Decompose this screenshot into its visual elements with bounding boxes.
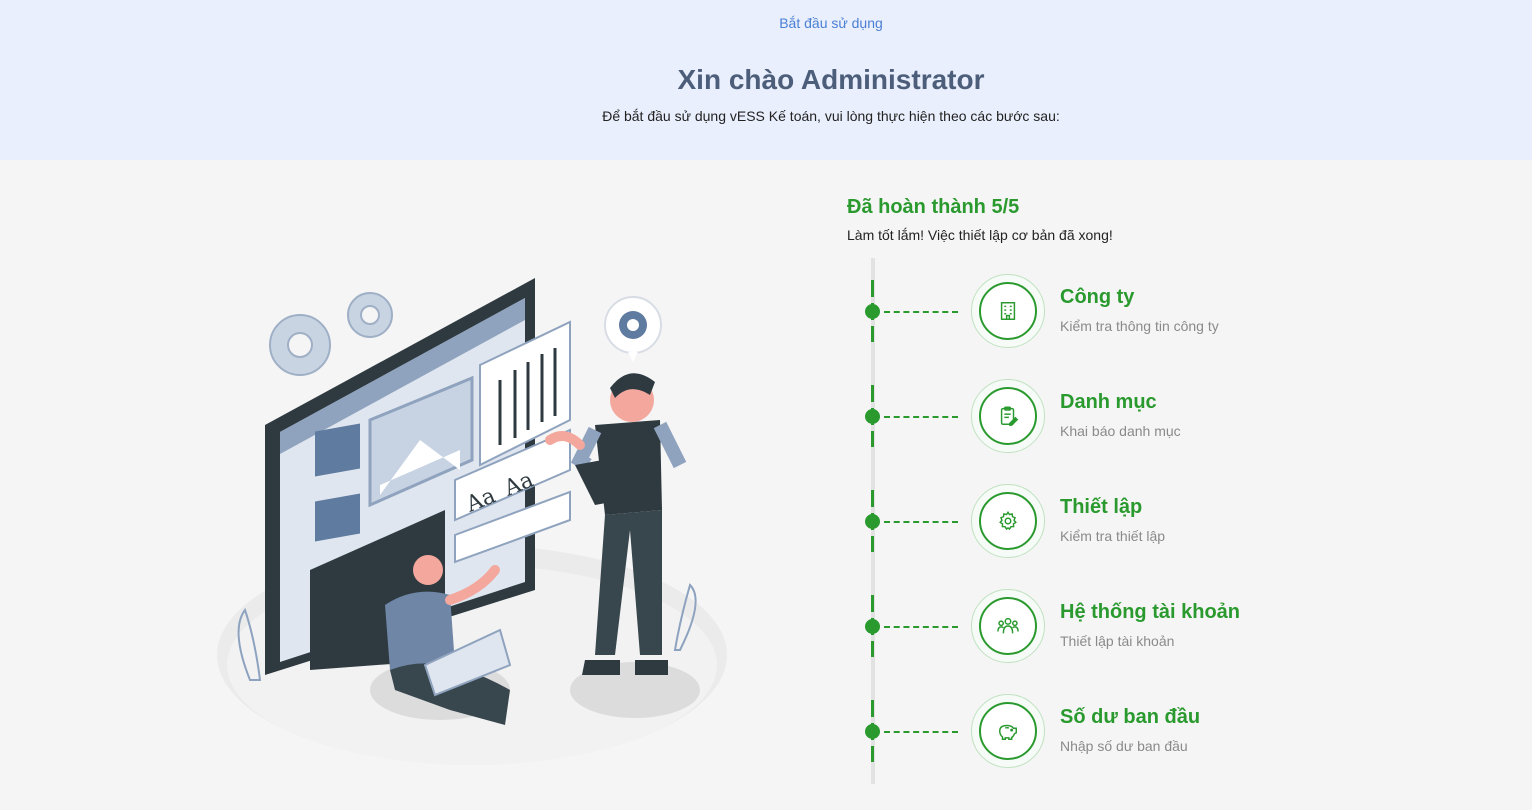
step-label: Công ty xyxy=(1060,286,1135,308)
step-chart-of-accounts[interactable]: Hệ thống tài khoản Thiết lập tài khoản xyxy=(860,575,1320,663)
step-dot xyxy=(865,724,880,739)
step-dot xyxy=(865,514,880,529)
step-connector xyxy=(884,626,958,628)
step-connector xyxy=(884,416,958,418)
page-title: Xin chào Administrator xyxy=(677,64,985,95)
clipboard-edit-icon xyxy=(1000,406,1019,426)
step-connector xyxy=(884,521,958,523)
step-icon-ring xyxy=(971,694,1045,768)
progress-message: Làm tốt lắm! Việc thiết lập cơ bản đã xo… xyxy=(847,227,1113,243)
step-description: Nhập số dư ban đầu xyxy=(1060,738,1188,754)
onboarding-illustration: Aa Aa xyxy=(217,278,727,765)
step-icon-ring xyxy=(971,274,1045,348)
step-company[interactable]: Công ty Kiểm tra thông tin công ty xyxy=(860,260,1320,348)
gear-icon xyxy=(999,510,1017,531)
header-band: Bắt đầu sử dụng Xin chào Administrator Đ… xyxy=(0,0,1532,160)
step-dot xyxy=(865,304,880,319)
step-connector xyxy=(884,311,958,313)
building-icon xyxy=(1000,302,1016,320)
step-label: Số dư ban đầu xyxy=(1060,706,1201,728)
step-description: Khai báo danh mục xyxy=(1060,423,1181,439)
step-description: Kiểm tra thông tin công ty xyxy=(1060,318,1219,334)
step-connector xyxy=(884,731,958,733)
step-description: Kiểm tra thiết lập xyxy=(1060,528,1166,544)
step-icon-ring xyxy=(971,484,1045,558)
step-dot xyxy=(865,409,880,424)
users-group-icon xyxy=(997,617,1019,634)
step-label: Hệ thống tài khoản xyxy=(1060,601,1240,623)
piggy-bank-icon xyxy=(999,724,1017,740)
step-label: Thiết lập xyxy=(1060,496,1143,518)
breadcrumb[interactable]: Bắt đầu sử dụng xyxy=(0,15,1532,31)
step-label: Danh mục xyxy=(1060,391,1157,413)
step-icon-ring xyxy=(971,589,1045,663)
step-opening-balance[interactable]: Số dư ban đầu Nhập số dư ban đầu xyxy=(860,680,1320,768)
step-description: Thiết lập tài khoản xyxy=(1060,633,1175,649)
step-categories[interactable]: Danh mục Khai báo danh mục xyxy=(860,365,1320,453)
step-dot xyxy=(865,619,880,634)
step-settings[interactable]: Thiết lập Kiểm tra thiết lập xyxy=(860,470,1320,558)
step-icon-ring xyxy=(971,379,1045,453)
page-subtitle: Để bắt đầu sử dụng vESS Kế toán, vui lòn… xyxy=(602,108,1060,124)
progress-title: Đã hoàn thành 5/5 xyxy=(847,196,1020,218)
